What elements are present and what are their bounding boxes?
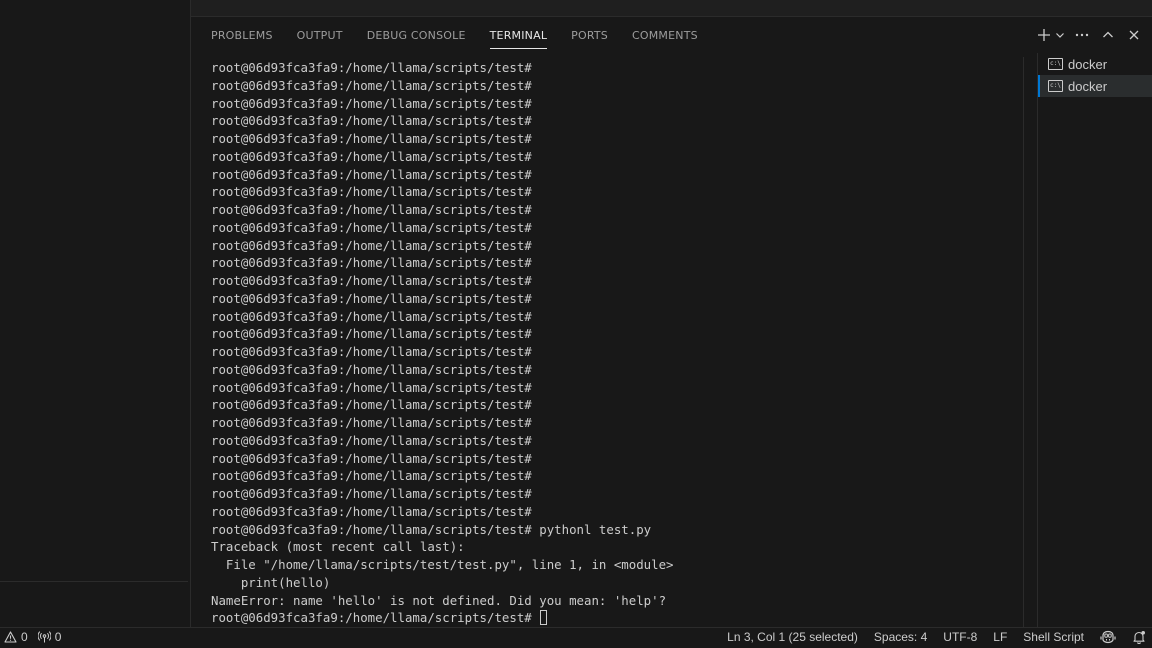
vscode-window: PROBLEMS OUTPUT DEBUG CONSOLE TERMINAL P… — [0, 0, 1152, 648]
eol-status[interactable]: LF — [993, 630, 1007, 644]
terminal-line: root@06d93fca3fa9:/home/llama/scripts/te… — [211, 219, 532, 235]
copilot-icon — [1100, 630, 1116, 644]
terminal-tab-docker-1[interactable]: c:\ docker — [1038, 53, 1152, 75]
terminal-line: root@06d93fca3fa9:/home/llama/scripts/te… — [211, 344, 532, 359]
terminal-command-line: root@06d93fca3fa9:/home/llama/scripts/te… — [211, 521, 652, 537]
terminal-output[interactable]: root@06d93fca3fa9:/home/llama/scripts/te… — [211, 59, 1021, 629]
close-icon — [1129, 30, 1139, 40]
terminal-line: root@06d93fca3fa9:/home/llama/scripts/te… — [211, 486, 532, 501]
terminal-line: root@06d93fca3fa9:/home/llama/scripts/te… — [211, 95, 532, 111]
bell-icon — [1133, 631, 1145, 644]
terminal-line: root@06d93fca3fa9:/home/llama/scripts/te… — [211, 60, 532, 75]
terminal-line: root@06d93fca3fa9:/home/llama/scripts/te… — [211, 361, 532, 377]
terminal-line: root@06d93fca3fa9:/home/llama/scripts/te… — [211, 273, 532, 288]
panel-tabs: PROBLEMS OUTPUT DEBUG CONSOLE TERMINAL P… — [211, 27, 722, 53]
chevron-down-icon — [1056, 33, 1064, 38]
plus-icon — [1038, 29, 1050, 41]
traceback-header: Traceback (most recent call last): — [211, 539, 465, 555]
terminal-dropdown-button[interactable] — [1054, 25, 1066, 45]
terminal-line: root@06d93fca3fa9:/home/llama/scripts/te… — [211, 148, 532, 164]
terminal-line: root@06d93fca3fa9:/home/llama/scripts/te… — [211, 326, 532, 342]
terminal-prompt-line: root@06d93fca3fa9:/home/llama/scripts/te… — [211, 609, 1021, 627]
ports-status[interactable]: 0 — [37, 630, 62, 644]
tab-ports[interactable]: PORTS — [571, 27, 608, 49]
more-actions-button[interactable] — [1072, 25, 1092, 45]
terminal-line: root@06d93fca3fa9:/home/llama/scripts/te… — [211, 379, 532, 395]
terminal-line: root@06d93fca3fa9:/home/llama/scripts/te… — [211, 77, 532, 93]
tab-problems[interactable]: PROBLEMS — [211, 27, 273, 49]
notifications-status[interactable] — [1132, 630, 1146, 644]
cursor-position-status[interactable]: Ln 3, Col 1 (25 selected) — [727, 630, 858, 644]
error-message: NameError: name 'hello' is not defined. … — [211, 592, 667, 608]
tab-output[interactable]: OUTPUT — [297, 27, 343, 49]
indentation-status[interactable]: Spaces: 4 — [874, 630, 927, 644]
terminal-line: root@06d93fca3fa9:/home/llama/scripts/te… — [211, 131, 532, 146]
tab-comments[interactable]: COMMENTS — [632, 27, 698, 49]
ellipsis-icon — [1075, 33, 1089, 37]
traceback-code-line: print(hello) — [211, 574, 331, 590]
problems-status[interactable]: 0 — [4, 630, 28, 644]
terminal-line: root@06d93fca3fa9:/home/llama/scripts/te… — [211, 468, 532, 484]
editor-area — [191, 0, 1152, 17]
terminal-cursor[interactable] — [540, 610, 548, 626]
panel-actions — [1034, 25, 1144, 45]
terminal-line: root@06d93fca3fa9:/home/llama/scripts/te… — [211, 202, 532, 217]
copilot-status[interactable] — [1100, 630, 1116, 644]
terminal-line: root@06d93fca3fa9:/home/llama/scripts/te… — [211, 290, 532, 306]
ports-count: 0 — [54, 630, 62, 644]
terminal-icon: c:\ — [1048, 58, 1063, 70]
new-terminal-button[interactable] — [1034, 25, 1054, 45]
terminal-line: root@06d93fca3fa9:/home/llama/scripts/te… — [211, 450, 532, 466]
bottom-panel: PROBLEMS OUTPUT DEBUG CONSOLE TERMINAL P… — [191, 17, 1152, 627]
encoding-status[interactable]: UTF-8 — [943, 630, 977, 644]
terminal-line: root@06d93fca3fa9:/home/llama/scripts/te… — [211, 397, 532, 413]
terminal-icon: c:\ — [1048, 80, 1063, 92]
chevron-up-icon — [1103, 31, 1113, 38]
terminal-line: root@06d93fca3fa9:/home/llama/scripts/te… — [211, 113, 532, 129]
terminal-line: root@06d93fca3fa9:/home/llama/scripts/te… — [211, 166, 532, 182]
terminal-scrollbar[interactable] — [1023, 57, 1024, 627]
terminal-line: root@06d93fca3fa9:/home/llama/scripts/te… — [211, 255, 532, 271]
terminal-tab-label: docker — [1068, 78, 1108, 94]
status-bar-left: 0 0 — [4, 630, 61, 644]
terminal-line: root@06d93fca3fa9:/home/llama/scripts/te… — [211, 503, 532, 519]
status-bar-right: Ln 3, Col 1 (25 selected) Spaces: 4 UTF-… — [727, 630, 1146, 644]
language-mode-status[interactable]: Shell Script — [1023, 630, 1084, 644]
warnings-count: 0 — [21, 630, 28, 644]
terminal-prompt: root@06d93fca3fa9:/home/llama/scripts/te… — [211, 610, 540, 626]
tab-terminal[interactable]: TERMINAL — [489, 27, 548, 49]
terminal-line: root@06d93fca3fa9:/home/llama/scripts/te… — [211, 308, 532, 324]
broadcast-icon — [37, 631, 51, 643]
sidebar — [0, 0, 191, 627]
terminal-tab-docker-2[interactable]: c:\ docker — [1038, 75, 1152, 97]
tab-debug-console[interactable]: DEBUG CONSOLE — [367, 27, 466, 49]
sidebar-divider — [0, 581, 188, 582]
warning-icon — [4, 631, 17, 643]
terminal-line: root@06d93fca3fa9:/home/llama/scripts/te… — [211, 415, 532, 430]
terminal-tabs-list: c:\ docker c:\ docker — [1037, 53, 1152, 627]
status-bar: 0 0 Ln 3, Col 1 (25 selected) Spaces: 4 … — [0, 627, 1152, 648]
terminal-line: root@06d93fca3fa9:/home/llama/scripts/te… — [211, 237, 532, 253]
terminal-line: root@06d93fca3fa9:/home/llama/scripts/te… — [211, 184, 532, 200]
terminal-line: root@06d93fca3fa9:/home/llama/scripts/te… — [211, 432, 532, 448]
terminal-tab-label: docker — [1068, 56, 1108, 72]
close-panel-button[interactable] — [1124, 25, 1144, 45]
maximize-panel-button[interactable] — [1098, 25, 1118, 45]
traceback-file-line: File "/home/llama/scripts/test/test.py",… — [211, 557, 674, 572]
